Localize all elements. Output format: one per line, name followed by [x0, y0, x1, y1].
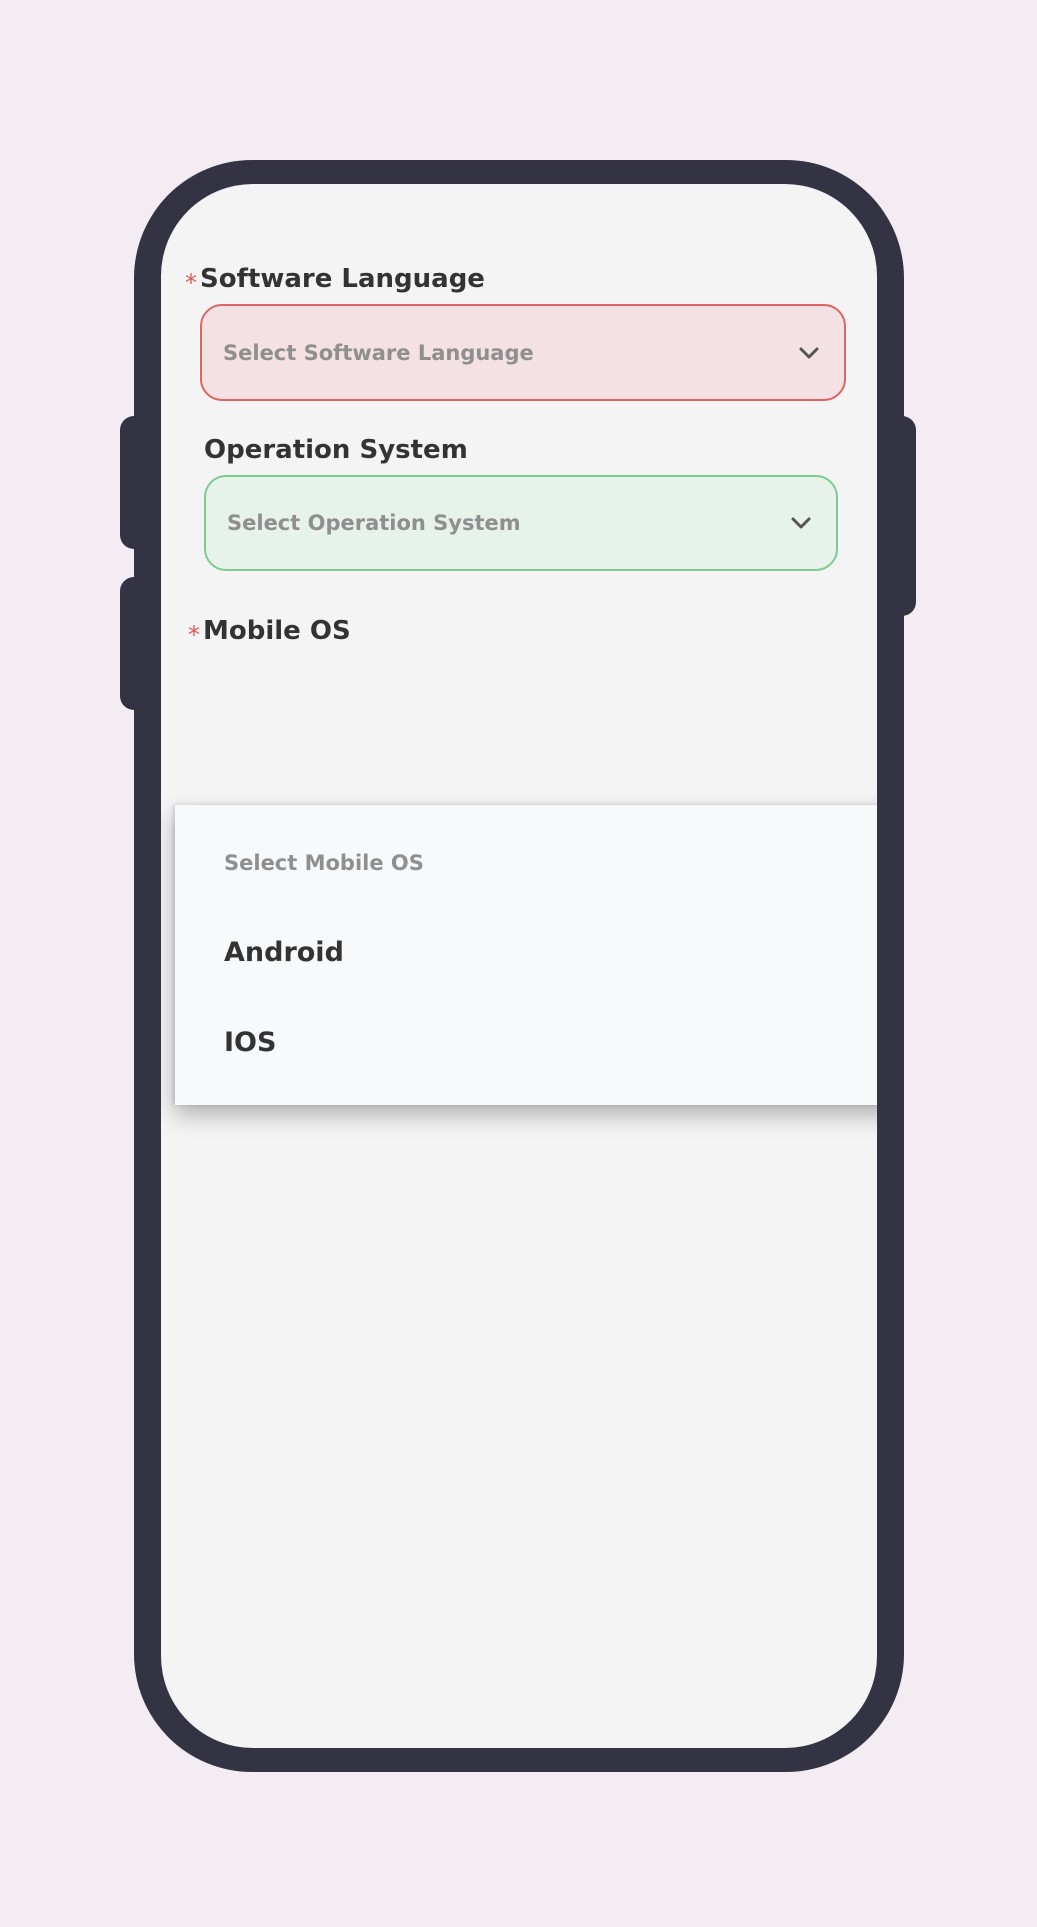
software-language-placeholder: Select Software Language [223, 340, 534, 365]
chevron-down-icon [799, 347, 819, 358]
volume-up-button [120, 416, 150, 549]
required-mark: * [185, 269, 197, 297]
chevron-down-icon [791, 517, 811, 529]
mobile-os-label: Mobile OS [203, 616, 351, 646]
mobile-os-option-android[interactable]: Android [224, 937, 344, 968]
app-screen: * Software Language Select Software Lang… [161, 184, 877, 1748]
operation-system-select[interactable]: Select Operation System [204, 475, 838, 571]
phone-frame: * Software Language Select Software Lang… [120, 160, 916, 1772]
mobile-os-dropdown-menu: Select Mobile OS Android IOS [175, 805, 877, 1105]
operation-system-label: Operation System [204, 435, 468, 465]
software-language-select[interactable]: Select Software Language [200, 304, 846, 401]
software-language-label: Software Language [200, 264, 485, 294]
mobile-os-option-ios[interactable]: IOS [224, 1027, 276, 1058]
power-button [886, 416, 916, 616]
required-mark: * [188, 621, 200, 649]
mobile-os-placeholder-option[interactable]: Select Mobile OS [224, 851, 424, 875]
operation-system-placeholder: Select Operation System [227, 511, 521, 535]
volume-down-button [120, 577, 150, 710]
